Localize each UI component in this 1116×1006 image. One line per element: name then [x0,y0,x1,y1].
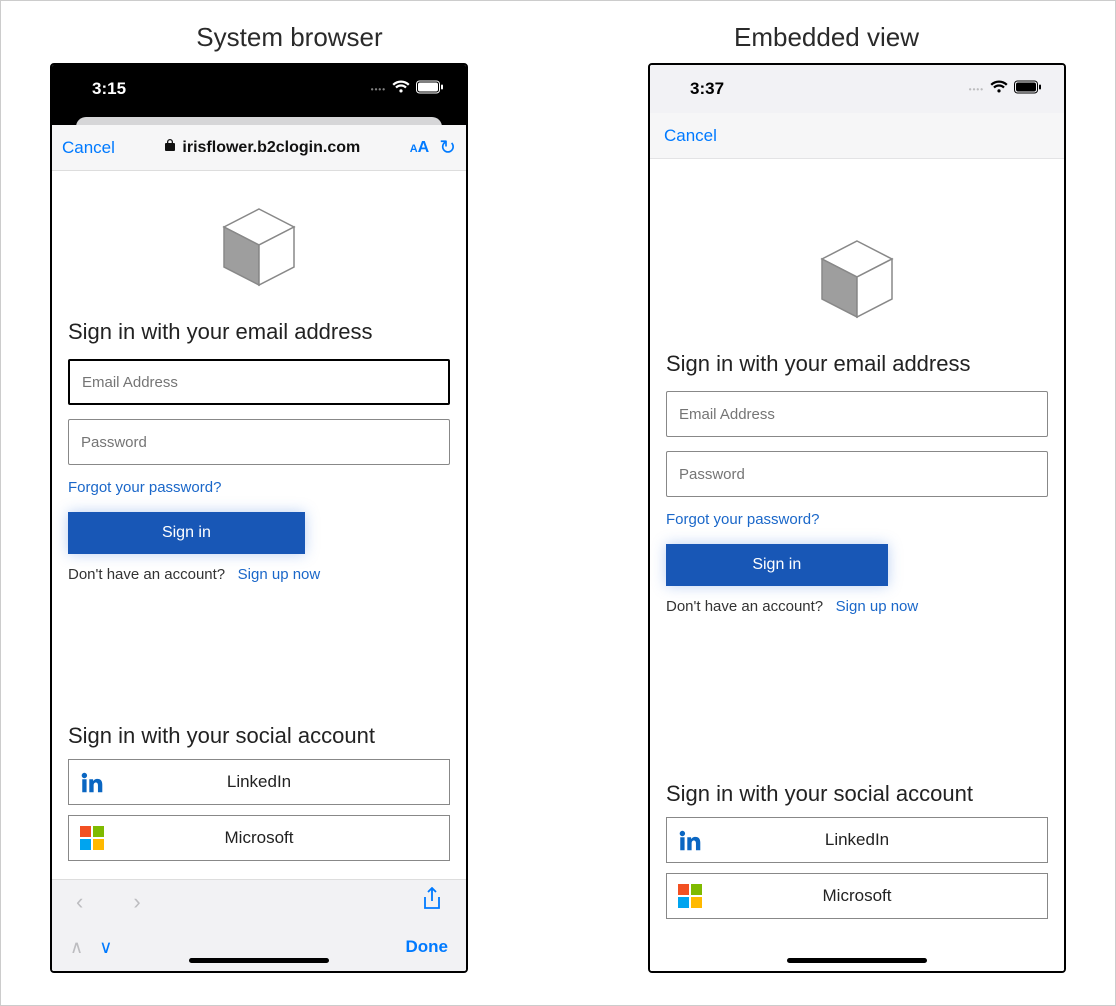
linkedin-label: LinkedIn [667,830,1047,850]
lock-icon [164,138,176,157]
app-logo [68,203,450,293]
cancel-button[interactable]: Cancel [62,138,115,158]
status-bar: 3:15 •••• [52,65,466,113]
title-left: System browser [21,22,558,53]
linkedin-button[interactable]: LinkedIn [68,759,450,805]
linkedin-label: LinkedIn [69,772,449,792]
text-size-button[interactable]: AA [410,139,430,157]
status-time: 3:15 [92,79,126,99]
microsoft-icon [77,826,107,850]
battery-icon [1014,79,1042,99]
forgot-password-link[interactable]: Forgot your password? [666,511,1048,528]
app-logo [666,235,1048,325]
refresh-button[interactable]: ↻ [439,135,456,160]
wifi-icon [990,79,1008,99]
status-bar: 3:37 •••• [650,65,1064,113]
share-button[interactable] [422,887,442,917]
home-indicator [189,958,329,963]
noaccount-text: Don't have an account? [666,598,823,615]
social-heading: Sign in with your social account [68,723,450,749]
bottom-safe-area [650,937,1064,971]
social-heading: Sign in with your social account [666,781,1048,807]
embedded-nav-bar: Cancel [650,113,1064,159]
prev-field-button[interactable]: ∧ [70,937,83,958]
cube-icon [812,235,902,325]
signin-page: Sign in with your email address Forgot y… [650,159,1064,937]
microsoft-button[interactable]: Microsoft [68,815,450,861]
comparison-titles: System browser Embedded view [21,11,1095,63]
status-icons: •••• [969,79,1042,99]
microsoft-label: Microsoft [667,886,1047,906]
keyboard-accessory-bar: ∧ ∨ Done [52,923,466,971]
forgot-password-link[interactable]: Forgot your password? [68,479,450,496]
cellular-icon: •••• [371,85,386,94]
noaccount-text: Don't have an account? [68,566,225,583]
microsoft-label: Microsoft [69,828,449,848]
signin-heading: Sign in with your email address [666,351,1048,377]
browser-address-bar: Cancel irisflower.b2clogin.com AA ↻ [52,125,466,171]
password-input[interactable] [68,419,450,465]
wifi-icon [392,79,410,99]
phone-embedded-view: 3:37 •••• Cancel Sign [648,63,1066,973]
signup-link[interactable]: Sign up now [836,598,919,615]
browser-nav-toolbar: ‹ › [52,879,466,923]
linkedin-button[interactable]: LinkedIn [666,817,1048,863]
linkedin-icon [77,769,107,795]
url-display[interactable]: irisflower.b2clogin.com [125,138,400,157]
email-input[interactable] [666,391,1048,437]
cancel-button[interactable]: Cancel [664,126,717,146]
linkedin-icon [675,827,705,853]
tab-stack [52,113,466,125]
signin-heading: Sign in with your email address [68,319,450,345]
url-text: irisflower.b2clogin.com [182,139,360,157]
title-right: Embedded view [558,22,1095,53]
forward-button[interactable]: › [133,889,140,915]
done-button[interactable]: Done [406,937,449,957]
phone-system-browser: 3:15 •••• Cancel irisflower.b2clogin.com… [50,63,468,973]
cube-icon [214,203,304,293]
signin-button[interactable]: Sign in [68,512,305,554]
battery-icon [416,79,444,99]
status-icons: •••• [371,79,444,99]
password-input[interactable] [666,451,1048,497]
status-time: 3:37 [690,79,724,99]
signup-prompt: Don't have an account? Sign up now [666,598,1048,615]
back-button[interactable]: ‹ [76,889,83,915]
email-input[interactable] [68,359,450,405]
signup-link[interactable]: Sign up now [238,566,321,583]
signin-button[interactable]: Sign in [666,544,888,586]
home-indicator [787,958,927,963]
microsoft-icon [675,884,705,908]
cellular-icon: •••• [969,85,984,94]
signup-prompt: Don't have an account? Sign up now [68,566,450,583]
phones-row: 3:15 •••• Cancel irisflower.b2clogin.com… [21,63,1095,985]
signin-page: Sign in with your email address Forgot y… [52,171,466,879]
microsoft-button[interactable]: Microsoft [666,873,1048,919]
next-field-button[interactable]: ∨ [99,937,112,958]
